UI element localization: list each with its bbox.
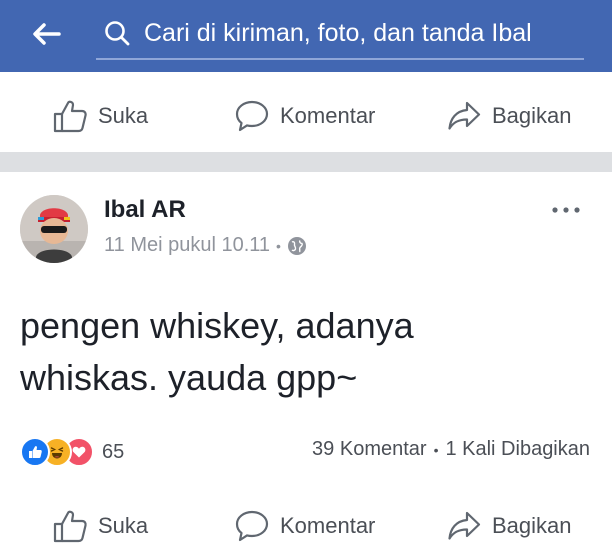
stats-dot: • — [433, 441, 439, 458]
share-button[interactable]: Bagikan — [446, 99, 572, 133]
comment-button[interactable]: Komentar — [234, 509, 375, 543]
post-options-button[interactable] — [548, 196, 584, 224]
post-text: pengen whiskey, adanya whiskas. yauda gp… — [20, 305, 414, 398]
comment-button[interactable]: Komentar — [234, 99, 375, 133]
share-label: Bagikan — [492, 513, 572, 538]
post-timestamp[interactable]: 11 Mei pukul 10.11 — [104, 234, 270, 257]
post-author[interactable]: Ibal AR — [104, 196, 186, 224]
bottom-action-row: Suka Komentar Bagikan — [0, 494, 612, 558]
like-button[interactable]: Suka — [52, 99, 148, 133]
search-input[interactable] — [134, 13, 584, 53]
like-label: Suka — [98, 103, 149, 128]
search-icon — [100, 16, 134, 50]
comment-bubble-icon — [235, 100, 269, 132]
search-bar — [96, 8, 584, 60]
share-arrow-icon — [448, 101, 481, 130]
more-dots-icon — [552, 207, 580, 213]
reactions-summary[interactable]: 65 — [20, 436, 124, 468]
post-meta: 11 Mei pukul 10.11 • — [104, 234, 307, 257]
like-reaction-icon — [20, 437, 50, 467]
share-arrow-icon — [448, 511, 481, 540]
reaction-count: 65 — [102, 440, 125, 463]
share-label: Bagikan — [492, 103, 572, 128]
comment-label: Komentar — [280, 103, 376, 128]
globe-icon — [287, 236, 306, 255]
top-bar — [0, 0, 612, 72]
top-action-row: Suka Komentar Bagikan — [0, 84, 612, 148]
post-stats: 39 Komentar • 1 Kali Dibagikan — [312, 438, 590, 461]
meta-dot: • — [276, 237, 281, 254]
thumbs-up-icon — [53, 100, 87, 133]
share-button[interactable]: Bagikan — [446, 509, 572, 543]
feed-separator — [0, 152, 612, 172]
avatar[interactable] — [20, 195, 88, 263]
back-button[interactable] — [22, 14, 70, 54]
like-label: Suka — [98, 513, 149, 538]
comment-label: Komentar — [280, 513, 376, 538]
comment-bubble-icon — [235, 510, 269, 542]
back-arrow-icon — [33, 23, 61, 45]
shares-count[interactable]: 1 Kali Dibagikan — [445, 438, 590, 461]
thumbs-up-icon — [53, 510, 87, 543]
comments-count[interactable]: 39 Komentar — [312, 438, 427, 461]
like-button[interactable]: Suka — [52, 509, 148, 543]
